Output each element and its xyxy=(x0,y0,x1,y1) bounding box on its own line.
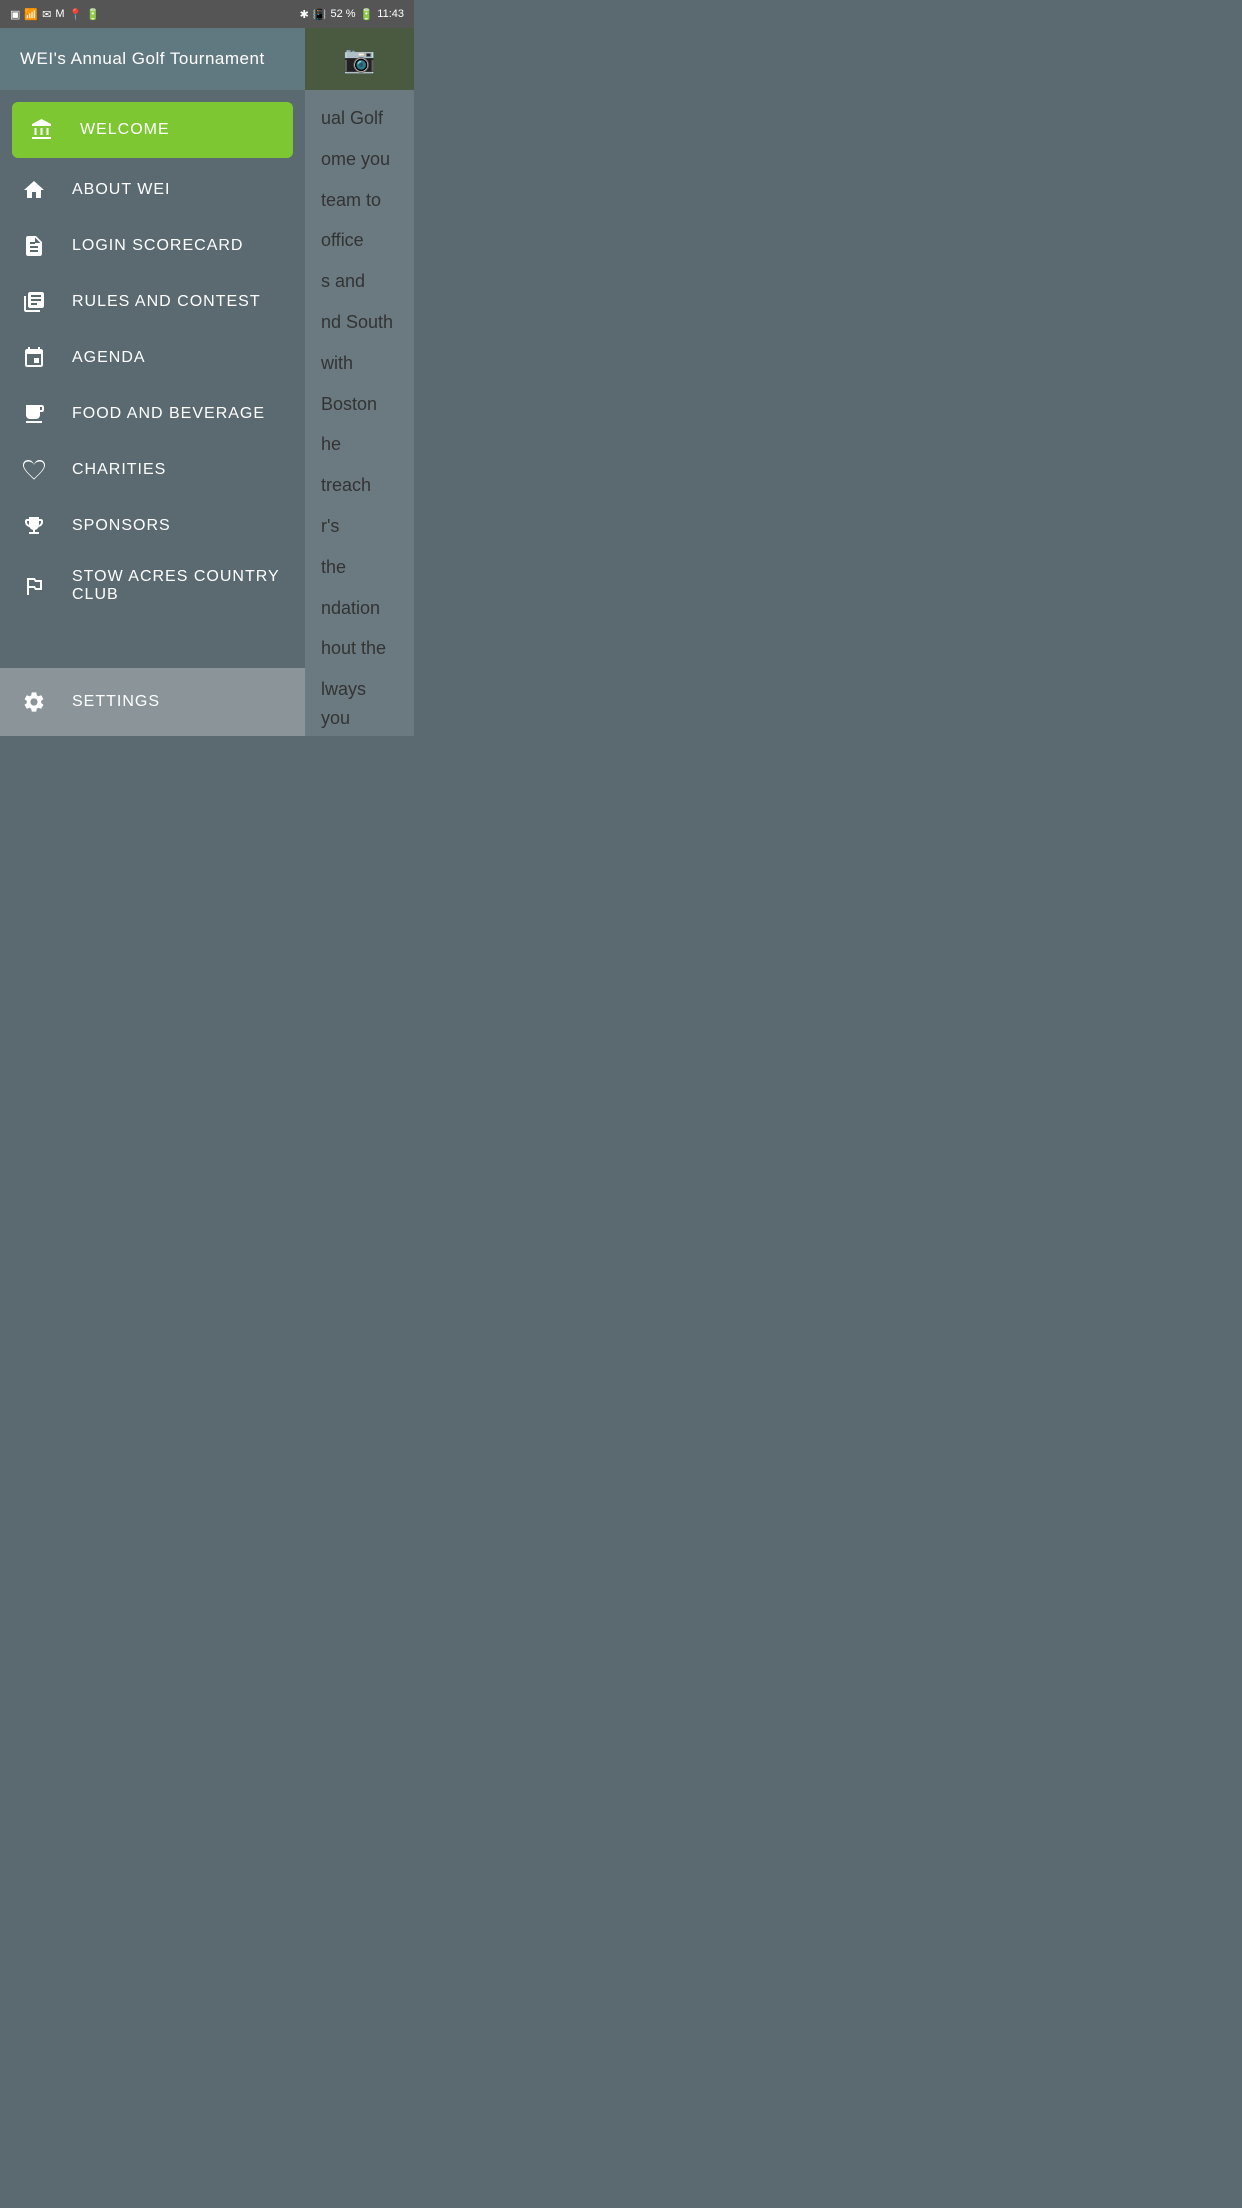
agenda-icon xyxy=(20,344,48,372)
sidebar-item-rules[interactable]: RULES AND CONTEST xyxy=(0,274,305,330)
nav-items: WELCOME ABOUT WEI LOGIN SCORECARD xyxy=(0,90,305,668)
content-line-15: lways you xyxy=(321,675,398,733)
content-area: ual Golf ome you team to office s and nd… xyxy=(305,90,414,736)
content-line-12: the xyxy=(321,553,398,582)
camera-icon[interactable]: 📷 xyxy=(343,44,375,75)
content-line-1: ual Golf xyxy=(321,104,398,133)
sidebar: WEI's Annual Golf Tournament WELCOME xyxy=(0,28,305,736)
status-bar: ▣ 📶 ✉ M 📍 🔋 ✱ 📳 52 % 🔋 11:43 xyxy=(0,0,414,28)
sidebar-item-about[interactable]: ABOUT WEI xyxy=(0,162,305,218)
time: 11:43 xyxy=(377,8,404,20)
main-content: 📷 ual Golf ome you team to office s and … xyxy=(305,28,414,736)
content-line-8: Boston xyxy=(321,390,398,419)
top-bar-right: 📷 xyxy=(305,28,414,90)
sidebar-item-settings[interactable]: SETTINGS xyxy=(0,668,305,736)
battery-save-icon: 🔋 xyxy=(86,8,100,21)
content-line-6: nd South xyxy=(321,308,398,337)
sidebar-item-welcome-label: WELCOME xyxy=(80,121,170,139)
welcome-icon xyxy=(28,116,56,144)
content-line-9: he xyxy=(321,430,398,459)
sidebar-item-food-label: FOOD AND BEVERAGE xyxy=(72,405,265,423)
sidebar-item-food[interactable]: FOOD AND BEVERAGE xyxy=(0,386,305,442)
sidebar-item-sponsors[interactable]: SPONSORS xyxy=(0,498,305,554)
content-line-14: hout the xyxy=(321,634,398,663)
battery-icon: 🔋 xyxy=(360,8,374,21)
content-line-7: with xyxy=(321,349,398,378)
wifi-icon: 📶 xyxy=(24,8,38,21)
sidebar-item-stow[interactable]: STOW ACRES COUNTRY CLUB xyxy=(0,554,305,618)
settings-icon xyxy=(20,688,48,716)
sidebar-item-scorecard-label: LOGIN SCORECARD xyxy=(72,237,243,255)
app-container: WEI's Annual Golf Tournament WELCOME xyxy=(0,28,414,736)
content-line-11: r's xyxy=(321,512,398,541)
sidebar-item-welcome[interactable]: WELCOME xyxy=(12,102,293,158)
mail-icon: ✉ xyxy=(42,8,51,21)
sidebar-item-scorecard[interactable]: LOGIN SCORECARD xyxy=(0,218,305,274)
content-line-10: treach xyxy=(321,471,398,500)
content-line-3: team to xyxy=(321,186,398,215)
battery-percent: 52 % xyxy=(331,8,356,20)
status-left-icons: ▣ 📶 ✉ M 📍 🔋 xyxy=(10,8,100,21)
sidebar-item-agenda[interactable]: AGENDA xyxy=(0,330,305,386)
sidebar-item-charities-label: CHARITIES xyxy=(72,461,166,479)
sidebar-item-agenda-label: AGENDA xyxy=(72,349,146,367)
sidebar-title: WEI's Annual Golf Tournament xyxy=(20,49,265,69)
scorecard-icon xyxy=(20,232,48,260)
content-line-13: ndation xyxy=(321,594,398,623)
food-icon xyxy=(20,400,48,428)
sidebar-item-about-label: ABOUT WEI xyxy=(72,181,171,199)
sponsors-icon xyxy=(20,512,48,540)
sidebar-item-stow-label: STOW ACRES COUNTRY CLUB xyxy=(72,568,285,604)
sim-icon: ▣ xyxy=(10,8,20,21)
content-line-2: ome you xyxy=(321,145,398,174)
content-line-5: s and xyxy=(321,267,398,296)
sidebar-item-sponsors-label: SPONSORS xyxy=(72,517,171,535)
status-right: ✱ 📳 52 % 🔋 11:43 xyxy=(300,8,404,21)
sidebar-settings-label: SETTINGS xyxy=(72,693,160,711)
gmail-icon: M xyxy=(55,8,64,20)
stow-icon xyxy=(20,572,48,600)
charities-icon xyxy=(20,456,48,484)
vibrate-icon: 📳 xyxy=(313,8,327,21)
sidebar-item-rules-label: RULES AND CONTEST xyxy=(72,293,261,311)
location-icon: 📍 xyxy=(69,8,83,21)
sidebar-item-charities[interactable]: CHARITIES xyxy=(0,442,305,498)
content-line-4: office xyxy=(321,226,398,255)
bluetooth-icon: ✱ xyxy=(300,8,309,21)
sidebar-header: WEI's Annual Golf Tournament xyxy=(0,28,305,90)
rules-icon xyxy=(20,288,48,316)
about-icon xyxy=(20,176,48,204)
